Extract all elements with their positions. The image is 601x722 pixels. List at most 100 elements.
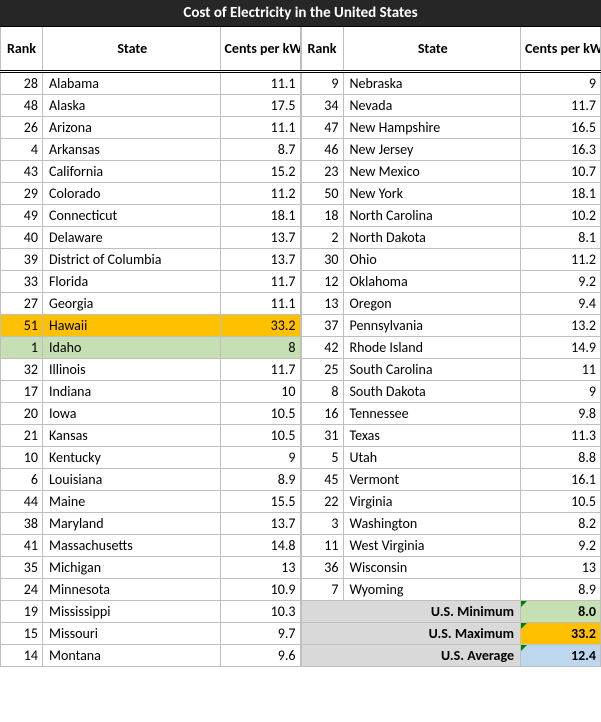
table-row: 7Wyoming8.9	[301, 578, 601, 600]
cell-value: 11.7	[521, 94, 601, 116]
table-row: 46New Jersey16.3	[301, 138, 601, 160]
cell-state: Alabama	[43, 71, 221, 94]
cell-rank: 38	[1, 512, 43, 534]
table-row: 16Tennessee9.8	[301, 402, 601, 424]
table-row: 35Michigan13	[1, 556, 301, 578]
cell-rank: 12	[301, 270, 343, 292]
cell-value: 8	[220, 336, 300, 358]
cell-state: Georgia	[43, 292, 221, 314]
cell-rank: 23	[301, 160, 343, 182]
cell-state: Washington	[343, 512, 521, 534]
cell-state: Wyoming	[343, 578, 521, 600]
cell-value: 11.1	[220, 71, 300, 94]
cell-state: Alaska	[43, 94, 221, 116]
cell-rank: 18	[301, 204, 343, 226]
cell-value: 33.2	[220, 314, 300, 336]
cell-state: Kansas	[43, 424, 221, 446]
cell-rank: 49	[1, 204, 43, 226]
cell-state: Hawaii	[43, 314, 221, 336]
cell-rank: 14	[1, 644, 43, 666]
cell-rank: 51	[1, 314, 43, 336]
cell-rank: 36	[301, 556, 343, 578]
table-row: 25South Carolina11	[301, 358, 601, 380]
cell-value: 16.1	[521, 468, 601, 490]
cell-state: Idaho	[43, 336, 221, 358]
cell-rank: 44	[1, 490, 43, 512]
page-title: Cost of Electricity in the United States	[0, 0, 601, 27]
cell-rank: 10	[1, 446, 43, 468]
cell-value: 15.2	[220, 160, 300, 182]
cell-value: 18.1	[521, 182, 601, 204]
table-row: 4Arkansas8.7	[1, 138, 301, 160]
summary-max-label: U.S. Maximum	[301, 622, 521, 644]
cell-state: Colorado	[43, 182, 221, 204]
cell-value: 13.7	[220, 226, 300, 248]
table-row: 28Alabama11.1	[1, 71, 301, 94]
cell-rank: 25	[301, 358, 343, 380]
cell-state: Mississippi	[43, 600, 221, 622]
cell-value: 11.2	[521, 248, 601, 270]
hdr-state: State	[343, 27, 521, 71]
cell-value: 8.9	[521, 578, 601, 600]
cell-value: 11.1	[220, 116, 300, 138]
cell-value: 13.2	[521, 314, 601, 336]
cell-state: Montana	[43, 644, 221, 666]
table-row: 42Rhode Island14.9	[301, 336, 601, 358]
cell-value: 11.7	[220, 270, 300, 292]
cell-state: Ohio	[343, 248, 521, 270]
cell-value: 10.5	[521, 490, 601, 512]
table-row: 1Idaho8	[1, 336, 301, 358]
cell-rank: 45	[301, 468, 343, 490]
cell-state: Delaware	[43, 226, 221, 248]
cell-state: Oklahoma	[343, 270, 521, 292]
table-row: 32Illinois11.7	[1, 358, 301, 380]
table-row: 37Pennsylvania13.2	[301, 314, 601, 336]
cell-rank: 29	[1, 182, 43, 204]
cell-value: 16.5	[521, 116, 601, 138]
table-row: 23New Mexico10.7	[301, 160, 601, 182]
cell-value: 10.9	[220, 578, 300, 600]
cell-state: South Dakota	[343, 380, 521, 402]
summary-avg-label: U.S. Average	[301, 644, 521, 666]
hdr-value: Cents per kW-hour	[521, 27, 601, 71]
table-row: 22Virginia10.5	[301, 490, 601, 512]
cell-state: South Carolina	[343, 358, 521, 380]
table-row: 30Ohio11.2	[301, 248, 601, 270]
cell-value: 9.2	[521, 534, 601, 556]
cell-rank: 43	[1, 160, 43, 182]
cell-state: Indiana	[43, 380, 221, 402]
table-row: 45Vermont16.1	[301, 468, 601, 490]
cell-state: Vermont	[343, 468, 521, 490]
cell-rank: 50	[301, 182, 343, 204]
cell-state: Connecticut	[43, 204, 221, 226]
cell-rank: 16	[301, 402, 343, 424]
cell-value: 10.2	[521, 204, 601, 226]
cell-state: Texas	[343, 424, 521, 446]
cell-value: 8.8	[521, 446, 601, 468]
table-row: 13Oregon9.4	[301, 292, 601, 314]
table-row: 29Colorado11.2	[1, 182, 301, 204]
cell-rank: 19	[1, 600, 43, 622]
cell-value: 9.6	[220, 644, 300, 666]
summary-min-value: 8.0	[521, 600, 601, 622]
table-row: 40Delaware13.7	[1, 226, 301, 248]
cell-rank: 15	[1, 622, 43, 644]
table-row: 50New York18.1	[301, 182, 601, 204]
right-table: Rank State Cents per kW-hour 9Nebraska93…	[301, 27, 601, 667]
cell-state: New Hampshire	[343, 116, 521, 138]
cell-state: North Dakota	[343, 226, 521, 248]
cell-rank: 28	[1, 71, 43, 94]
cell-value: 9.8	[521, 402, 601, 424]
cell-state: Minnesota	[43, 578, 221, 600]
cell-rank: 35	[1, 556, 43, 578]
summary-avg-value: 12.4	[521, 644, 601, 666]
cell-value: 13.7	[220, 512, 300, 534]
cell-rank: 7	[301, 578, 343, 600]
summary-row-min: U.S. Minimum 8.0	[301, 600, 601, 622]
cell-rank: 47	[301, 116, 343, 138]
table-row: 24Minnesota10.9	[1, 578, 301, 600]
table-row: 2North Dakota8.1	[301, 226, 601, 248]
cell-rank: 30	[301, 248, 343, 270]
left-table: Rank State Cents per kW-hour 28Alabama11…	[0, 27, 301, 667]
cell-rank: 42	[301, 336, 343, 358]
